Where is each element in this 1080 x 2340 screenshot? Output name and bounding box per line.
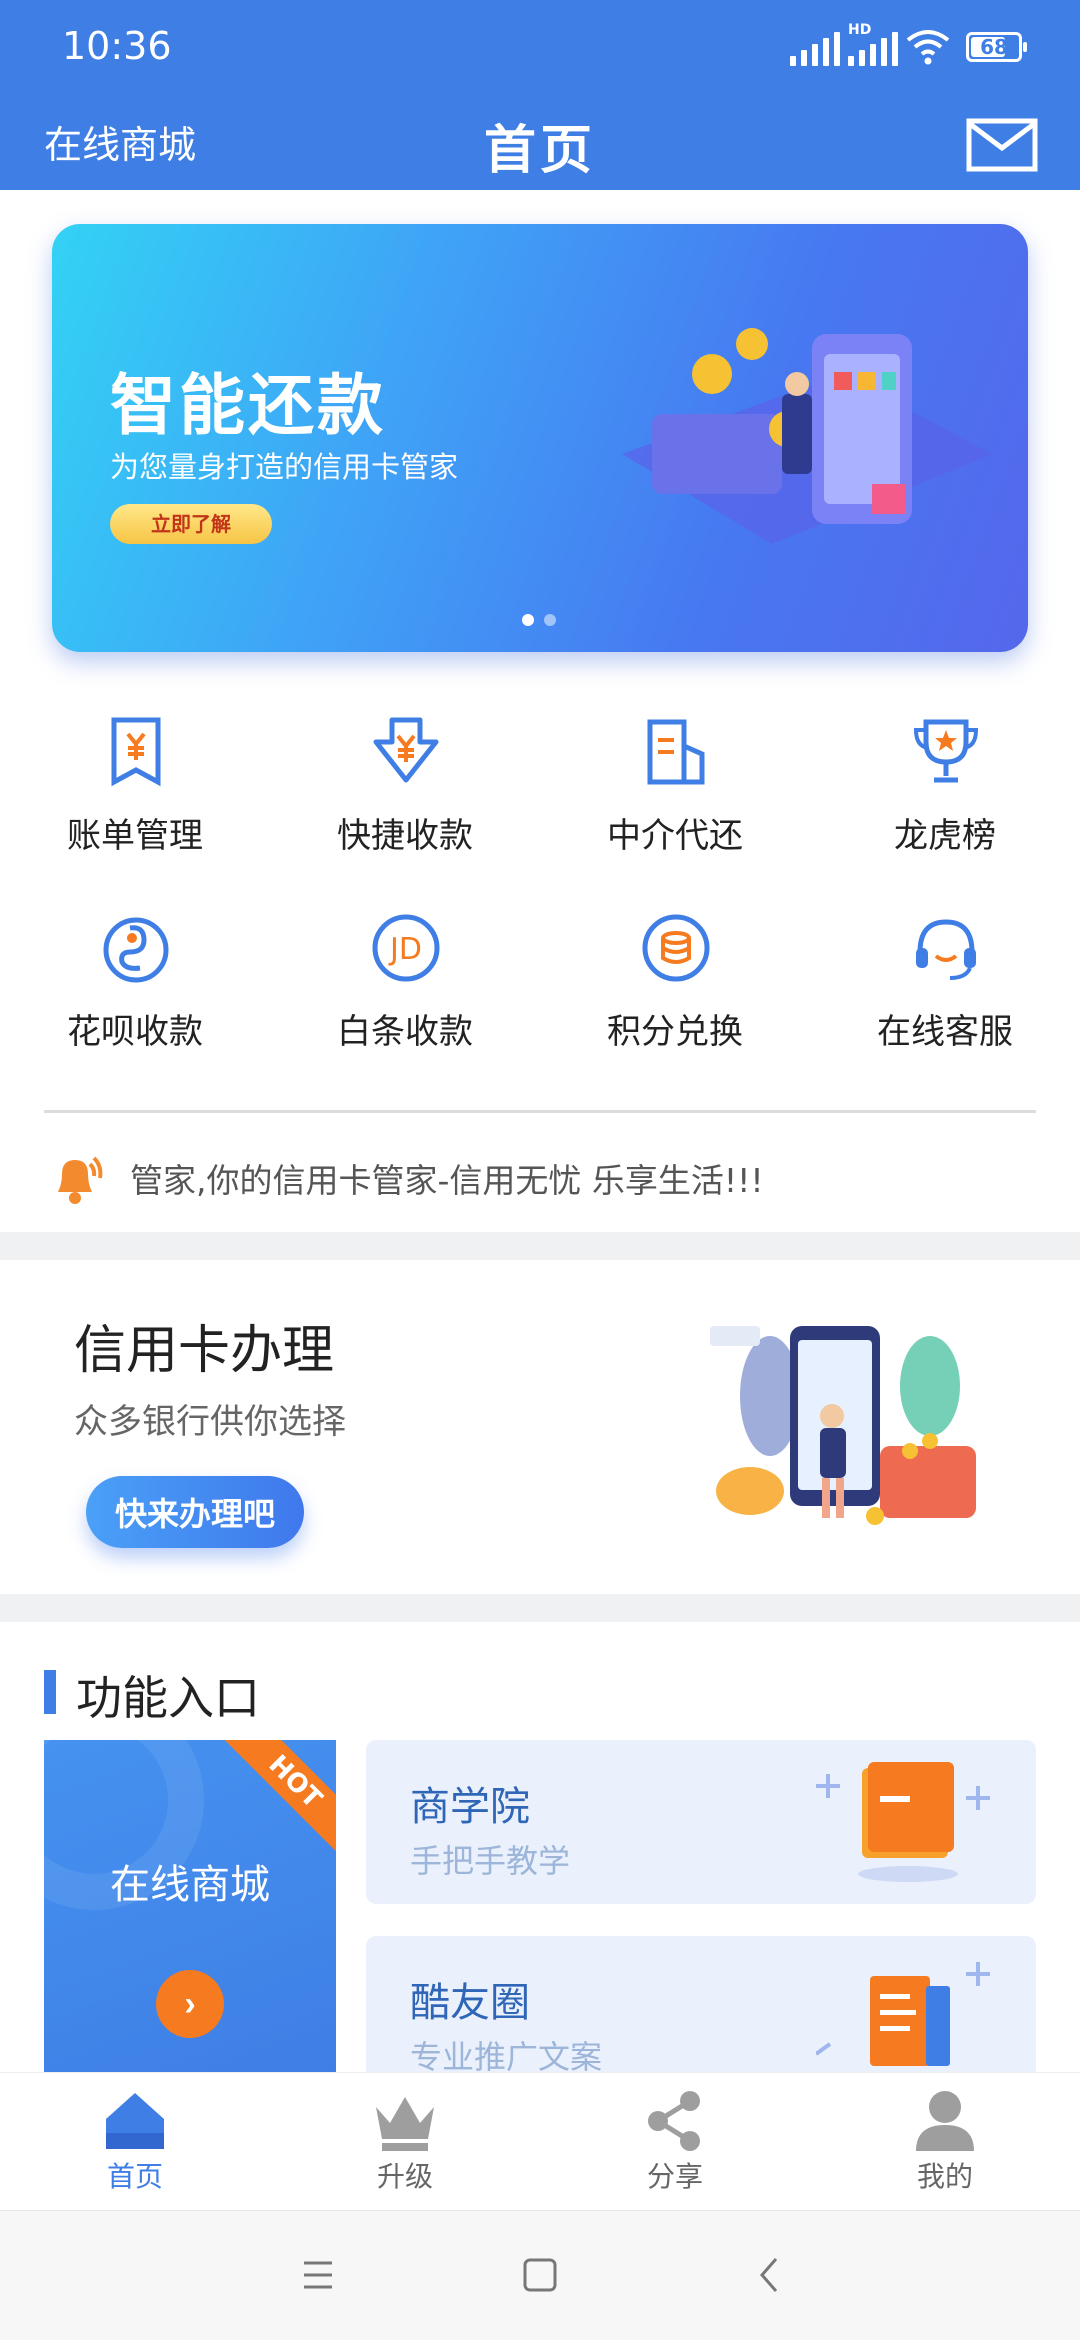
- tab-label: 首页: [106, 2160, 163, 2193]
- document-icon: [816, 1962, 990, 2066]
- bill-icon: [111, 717, 161, 787]
- user-icon: [916, 2091, 974, 2151]
- credit-card-illustration: [710, 1326, 976, 1525]
- carousel-dot-2[interactable]: [544, 614, 556, 626]
- tab-label: 升级: [376, 2160, 433, 2193]
- section-separator: [0, 1232, 1080, 1260]
- divider: [44, 1110, 1036, 1113]
- credit-card-subtitle: 众多银行供你选择: [74, 1402, 346, 1442]
- grid-label: 在线客服: [877, 1012, 1013, 1052]
- credit-card-section[interactable]: 信用卡办理 众多银行供你选择 快来办理吧: [0, 1260, 1080, 1594]
- grid-item-service[interactable]: 在线客服: [810, 896, 1080, 1076]
- function-section-title: 功能入口: [76, 1671, 260, 1725]
- bottom-tab-bar: 首页 升级 分享 我的: [0, 2072, 1080, 2210]
- section-accent-bar: [44, 1670, 56, 1714]
- notice-bar[interactable]: 管家,你的信用卡管家-信用无忧 乐享生活!!!: [0, 1140, 1080, 1230]
- grid-label: 账单管理: [67, 816, 203, 856]
- online-mall-label: 在线商城: [110, 1862, 270, 1908]
- business-school-card[interactable]: 商学院 手把手教学: [366, 1740, 1036, 1904]
- grid-item-points[interactable]: 积分兑换: [540, 896, 810, 1076]
- notice-text: 管家,你的信用卡管家-信用无忧 乐享生活!!!: [130, 1161, 764, 1200]
- apply-now-button[interactable]: 快来办理吧: [86, 1476, 304, 1548]
- grid-item-huabei[interactable]: 花呗收款: [0, 896, 270, 1076]
- tab-share[interactable]: 分享: [540, 2073, 810, 2211]
- wifi-icon: [906, 30, 950, 65]
- business-school-title: 商学院: [410, 1784, 530, 1830]
- home-icon: [106, 2093, 164, 2149]
- grid-label: 中介代还: [607, 816, 743, 856]
- grid-label: 积分兑换: [607, 1012, 743, 1052]
- points-icon: [642, 914, 710, 982]
- page-title: 首页: [483, 121, 596, 181]
- signal-icon: [790, 30, 840, 66]
- back-icon[interactable]: [740, 2247, 800, 2303]
- carousel-dot-1[interactable]: [522, 614, 534, 626]
- system-nav-bar: [0, 2210, 1080, 2340]
- share-icon: [648, 2091, 700, 2151]
- signal-icon-2: [848, 30, 898, 66]
- section-separator: [0, 1594, 1080, 1622]
- grid-label: 快捷收款: [337, 816, 473, 856]
- grid-label: 花呗收款: [67, 1012, 203, 1052]
- grid-item-trophy[interactable]: 龙虎榜: [810, 700, 1080, 880]
- tab-label: 分享: [646, 2160, 703, 2193]
- book-icon: [816, 1762, 990, 1882]
- tab-upgrade[interactable]: 升级: [270, 2073, 540, 2211]
- grid-label: 白条收款: [337, 1012, 473, 1052]
- huabei-icon: [103, 917, 169, 983]
- menu-icon[interactable]: [288, 2247, 348, 2303]
- tab-label: 我的: [916, 2160, 973, 2193]
- tab-mine[interactable]: 我的: [810, 2073, 1080, 2211]
- app-header: 10:36 HD 68 在线商城 首页: [0, 0, 1080, 190]
- grid-item-bill[interactable]: 账单管理: [0, 700, 270, 880]
- banner-illustration: [622, 328, 992, 544]
- crown-icon: [376, 2097, 434, 2151]
- chevron-right-icon[interactable]: ›: [156, 1970, 224, 2038]
- headset-icon: [916, 919, 976, 980]
- jd-icon: JD: [372, 914, 440, 982]
- function-section: 功能入口 HOT 在线商城 › 商学院 手把手教学 酷友圈 专业推广文案: [0, 1622, 1080, 2100]
- business-school-subtitle: 手把手教学: [410, 1842, 571, 1880]
- hot-badge: HOT: [220, 1740, 336, 1857]
- promo-banner[interactable]: 智能还款 为您量身打造的信用卡管家 立即了解: [52, 224, 1028, 652]
- status-bar: 10:36 HD 68: [0, 0, 1080, 100]
- receive-icon: [373, 717, 439, 783]
- learn-more-button[interactable]: 立即了解: [110, 504, 272, 544]
- battery-level: 68: [980, 35, 1008, 59]
- banner-title: 智能还款: [110, 367, 386, 444]
- grid-item-receive[interactable]: 快捷收款: [270, 700, 540, 880]
- banner-subtitle: 为您量身打造的信用卡管家: [110, 450, 459, 484]
- grid-item-jd[interactable]: JD 白条收款: [270, 896, 540, 1076]
- status-time: 10:36: [62, 24, 172, 68]
- tab-home[interactable]: 首页: [0, 2073, 270, 2211]
- grid-label: 龙虎榜: [894, 816, 996, 856]
- svg-text:JD: JD: [388, 932, 422, 967]
- agent-icon: [647, 719, 705, 785]
- credit-card-title: 信用卡办理: [74, 1321, 335, 1381]
- bell-icon: [58, 1156, 103, 1204]
- trophy-icon: [913, 719, 979, 783]
- home-nav-icon[interactable]: [510, 2247, 570, 2303]
- grid-item-agent[interactable]: 中介代还: [540, 700, 810, 880]
- online-mall-card[interactable]: HOT 在线商城 ›: [44, 1740, 336, 2080]
- carousel-dots[interactable]: [522, 614, 556, 626]
- cool-friends-title: 酷友圈: [410, 1980, 530, 2026]
- battery-icon: 68: [966, 32, 1027, 62]
- mail-icon[interactable]: [966, 118, 1038, 172]
